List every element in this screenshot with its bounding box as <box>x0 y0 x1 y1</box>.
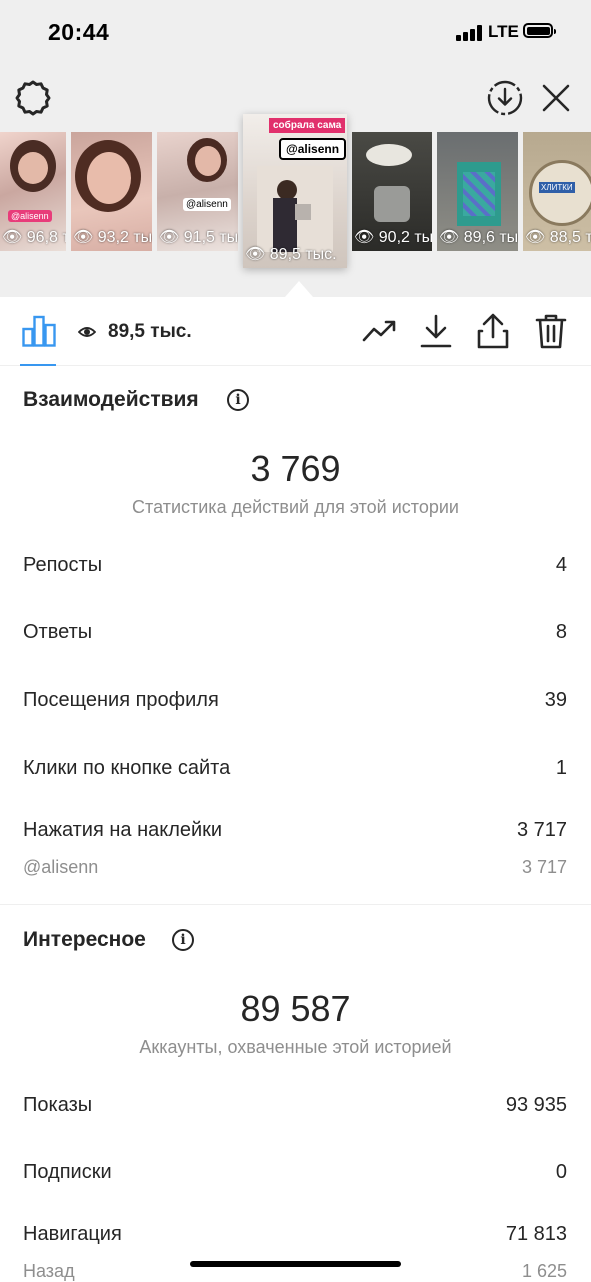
metric-label-website-clicks: Клики по кнопке сайта <box>23 757 231 779</box>
download-icon[interactable] <box>419 313 453 349</box>
story-thumb[interactable]: ХЛИТКИ 👁 88,5 тыс. <box>523 132 591 251</box>
interactions-caption: Статистика действий для этой истории <box>132 497 459 517</box>
mention-sticker: @alisenn <box>183 198 231 211</box>
metric-label-navigation: Навигация <box>23 1223 122 1245</box>
story-view-count: 89,5 тыс. <box>108 321 192 342</box>
discovery-caption: Аккаунты, охваченные этой историей <box>139 1037 452 1057</box>
section-title-discovery: Интересное <box>23 928 146 951</box>
metric-label-shares: Репосты <box>23 554 103 576</box>
metric-label-follows: Подписки <box>23 1161 112 1183</box>
thumb-views: 👁 89,6 тыс. <box>439 229 518 246</box>
metric-value-profile-visits: 39 <box>544 689 567 711</box>
caption-sticker: собрала сама <box>269 118 346 133</box>
story-thumbnails: @alisenn 👁 96,8 тыс. 👁 93,2 тыс. @alisen… <box>0 114 591 278</box>
delete-trash-icon[interactable] <box>534 313 568 349</box>
story-thumb[interactable]: 👁 93,2 тыс. <box>71 132 152 251</box>
save-to-device-icon[interactable] <box>485 78 525 118</box>
thumb-views: 👁 89,5 тыс. <box>245 246 337 263</box>
sticker-sub-value: 3 717 <box>521 857 567 877</box>
signal-icon <box>456 25 484 41</box>
section-divider <box>0 904 591 905</box>
story-thumb[interactable]: @alisenn 👁 91,5 тыс. <box>157 132 238 251</box>
settings-icon[interactable] <box>14 79 52 117</box>
thumb-views: 👁 88,5 тыс. <box>525 229 591 246</box>
metric-value-impressions: 93 935 <box>505 1094 567 1116</box>
metric-value-website-clicks: 1 <box>555 757 567 779</box>
metric-label-sticker-taps: Нажатия на наклейки <box>23 819 223 841</box>
home-indicator[interactable] <box>190 1261 401 1267</box>
sticker-sub-label: @alisenn <box>23 857 99 877</box>
mention-sticker: @alisenn <box>8 210 52 222</box>
status-bar: 20:44 LTE <box>0 0 591 64</box>
insights-tab-indicator <box>20 364 56 366</box>
thumb-views: 👁 96,8 тыс. <box>2 229 66 246</box>
metric-label-impressions: Показы <box>23 1094 93 1116</box>
selected-pointer <box>285 281 313 297</box>
story-thumb[interactable]: 👁 90,2 тыс. <box>352 132 432 251</box>
metric-value-shares: 4 <box>555 554 567 576</box>
metric-label-replies: Ответы <box>23 621 93 643</box>
network-label: LTE <box>488 22 519 41</box>
info-icon[interactable]: i <box>172 929 194 951</box>
info-icon[interactable]: i <box>227 389 249 411</box>
product-label: ХЛИТКИ <box>539 182 575 193</box>
metric-value-follows: 0 <box>555 1161 567 1183</box>
thumb-views: 👁 93,2 тыс. <box>73 229 152 246</box>
metric-value-sticker-taps: 3 717 <box>516 819 567 841</box>
battery-icon <box>523 23 556 38</box>
promote-trend-icon[interactable] <box>362 313 398 349</box>
metric-value-navigation: 71 813 <box>505 1223 567 1245</box>
eye-icon <box>78 327 96 337</box>
thumb-views: 👁 91,5 тыс. <box>159 229 238 246</box>
share-icon[interactable] <box>476 313 510 349</box>
status-time: 20:44 <box>48 19 110 45</box>
close-icon[interactable] <box>540 82 572 114</box>
mention-sticker: @alisenn <box>279 138 347 160</box>
thumb-views: 👁 90,2 тыс. <box>354 229 432 246</box>
navigation-sub-value: 1 625 <box>521 1261 567 1281</box>
metric-label-profile-visits: Посещения профиля <box>23 689 219 711</box>
metric-value-replies: 8 <box>555 621 567 643</box>
section-title-interactions: Взаимодействия <box>23 388 199 411</box>
story-thumb-selected[interactable]: собрала сама @alisenn 👁 89,5 тыс. <box>243 114 347 268</box>
discovery-total: 89 587 <box>240 988 351 1029</box>
insights-bar-chart-icon[interactable] <box>22 315 56 347</box>
interactions-total: 3 769 <box>250 448 341 489</box>
story-thumb[interactable]: @alisenn 👁 96,8 тыс. <box>0 132 66 251</box>
story-thumb[interactable]: 👁 89,6 тыс. <box>437 132 518 251</box>
navigation-sub-label: Назад <box>23 1261 75 1281</box>
